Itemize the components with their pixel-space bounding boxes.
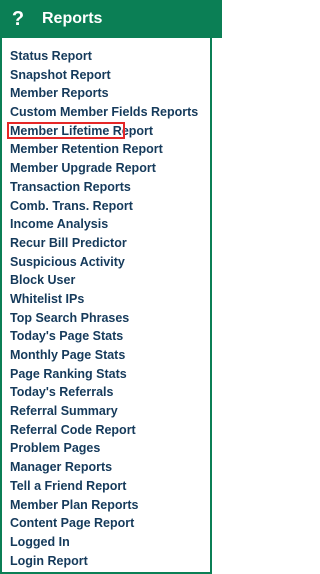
reports-menu-box: Status Report Snapshot Report Member Rep… xyxy=(0,38,212,574)
menu-item-top-search-phrases[interactable]: Top Search Phrases xyxy=(10,309,198,328)
menu-item-transaction-reports[interactable]: Transaction Reports xyxy=(10,178,198,197)
menu-item-todays-page-stats[interactable]: Today's Page Stats xyxy=(10,327,198,346)
reports-header: ? Reports xyxy=(0,0,222,38)
menu-item-content-page-report[interactable]: Content Page Report xyxy=(10,514,198,533)
menu-item-member-reports[interactable]: Member Reports xyxy=(10,84,198,103)
reports-panel: ? Reports Status Report Snapshot Report … xyxy=(0,0,222,574)
menu-item-manager-reports[interactable]: Manager Reports xyxy=(10,458,198,477)
menu-item-snapshot-report[interactable]: Snapshot Report xyxy=(10,66,198,85)
menu-item-whitelist-ips[interactable]: Whitelist IPs xyxy=(10,290,198,309)
menu-item-member-lifetime-report[interactable]: Member Lifetime Report xyxy=(10,122,198,141)
menu-item-member-retention-report[interactable]: Member Retention Report xyxy=(10,140,198,159)
menu-item-problem-pages[interactable]: Problem Pages xyxy=(10,439,198,458)
menu-item-tell-a-friend-report[interactable]: Tell a Friend Report xyxy=(10,477,198,496)
menu-item-status-report[interactable]: Status Report xyxy=(10,47,198,66)
menu-item-referral-summary[interactable]: Referral Summary xyxy=(10,402,198,421)
menu-item-recur-bill-predictor[interactable]: Recur Bill Predictor xyxy=(10,234,198,253)
question-mark-icon[interactable]: ? xyxy=(7,8,29,30)
menu-item-login-report[interactable]: Login Report xyxy=(10,552,198,571)
menu-item-referral-code-report[interactable]: Referral Code Report xyxy=(10,421,198,440)
menu-item-monthly-page-stats[interactable]: Monthly Page Stats xyxy=(10,346,198,365)
menu-item-logged-in[interactable]: Logged In xyxy=(10,533,198,552)
menu-item-page-ranking-stats[interactable]: Page Ranking Stats xyxy=(10,365,198,384)
menu-item-block-user[interactable]: Block User xyxy=(10,271,198,290)
reports-title: Reports xyxy=(42,10,103,27)
menu-item-suspicious-activity[interactable]: Suspicious Activity xyxy=(10,253,198,272)
menu-item-member-plan-reports[interactable]: Member Plan Reports xyxy=(10,496,198,515)
menu-item-comb-trans-report[interactable]: Comb. Trans. Report xyxy=(10,197,198,216)
menu-item-custom-member-fields-reports[interactable]: Custom Member Fields Reports xyxy=(10,103,198,122)
reports-menu-list: Status Report Snapshot Report Member Rep… xyxy=(10,47,198,570)
menu-item-member-upgrade-report[interactable]: Member Upgrade Report xyxy=(10,159,198,178)
menu-item-todays-referrals[interactable]: Today's Referrals xyxy=(10,383,198,402)
menu-item-income-analysis[interactable]: Income Analysis xyxy=(10,215,198,234)
